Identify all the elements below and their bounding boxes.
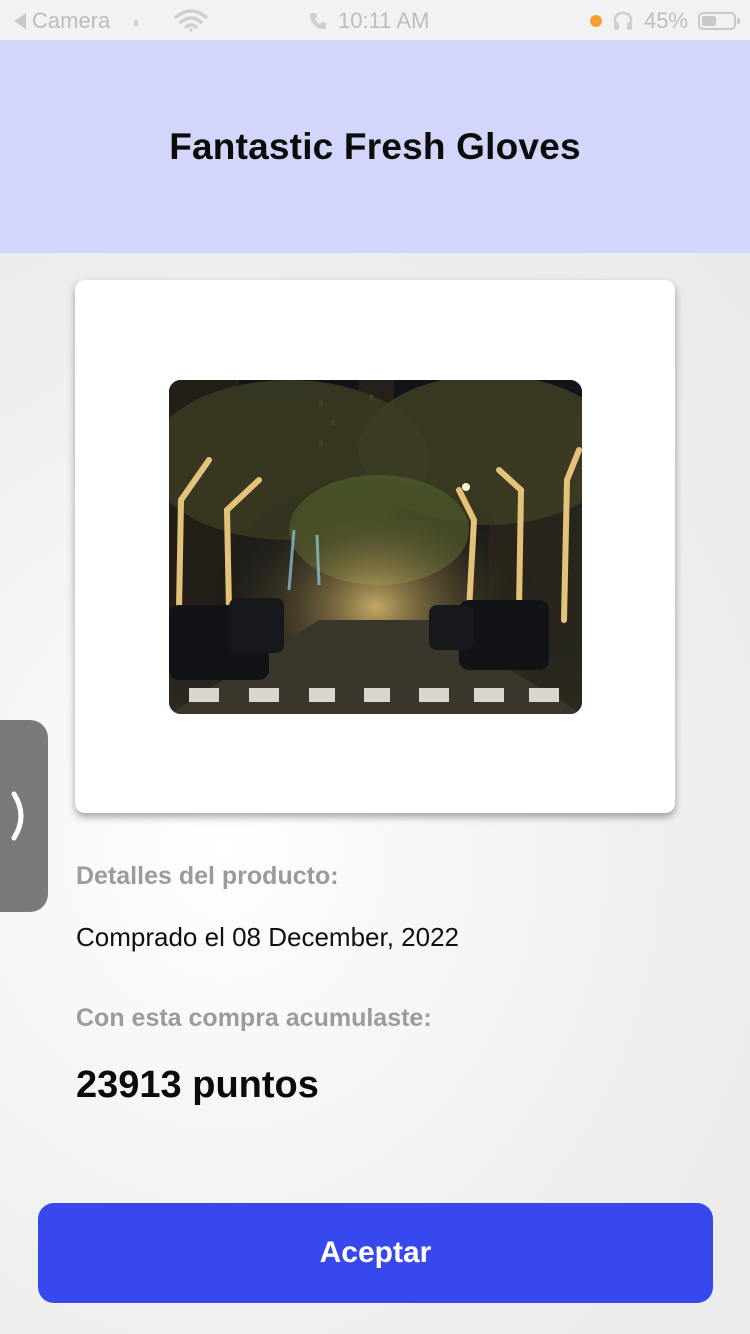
side-drawer-handle[interactable] bbox=[0, 720, 48, 912]
chevron-right-icon bbox=[11, 791, 24, 841]
purchase-date-text: Comprado el 08 December, 2022 bbox=[76, 922, 460, 952]
status-bar: Camera 10:11 AM 45% bbox=[0, 0, 750, 40]
status-time: 10:11 AM bbox=[338, 8, 430, 33]
street-photo bbox=[169, 380, 582, 714]
page-title: Fantastic Fresh Gloves bbox=[169, 125, 581, 167]
points-earned-label: Con esta compra acumulaste: bbox=[76, 1004, 432, 1032]
back-app-label: Camera bbox=[32, 8, 111, 33]
battery-fill bbox=[702, 16, 716, 26]
product-card bbox=[75, 280, 675, 813]
back-to-app[interactable]: Camera bbox=[14, 8, 110, 34]
signal-icon bbox=[134, 20, 138, 26]
product-image bbox=[169, 380, 582, 714]
battery-percent: 45% bbox=[643, 8, 688, 33]
battery-icon bbox=[698, 12, 740, 30]
phone-icon bbox=[310, 13, 326, 29]
headphones-icon bbox=[613, 11, 633, 30]
header: Fantastic Fresh Gloves bbox=[0, 40, 750, 253]
wifi-icon bbox=[174, 9, 208, 32]
recording-dot bbox=[589, 15, 602, 27]
product-details-label: Detalles del producto: bbox=[76, 862, 339, 890]
accept-button[interactable]: Aceptar bbox=[38, 1203, 713, 1303]
back-arrow-icon bbox=[14, 13, 26, 29]
points-value: 23913 puntos bbox=[76, 1064, 319, 1106]
